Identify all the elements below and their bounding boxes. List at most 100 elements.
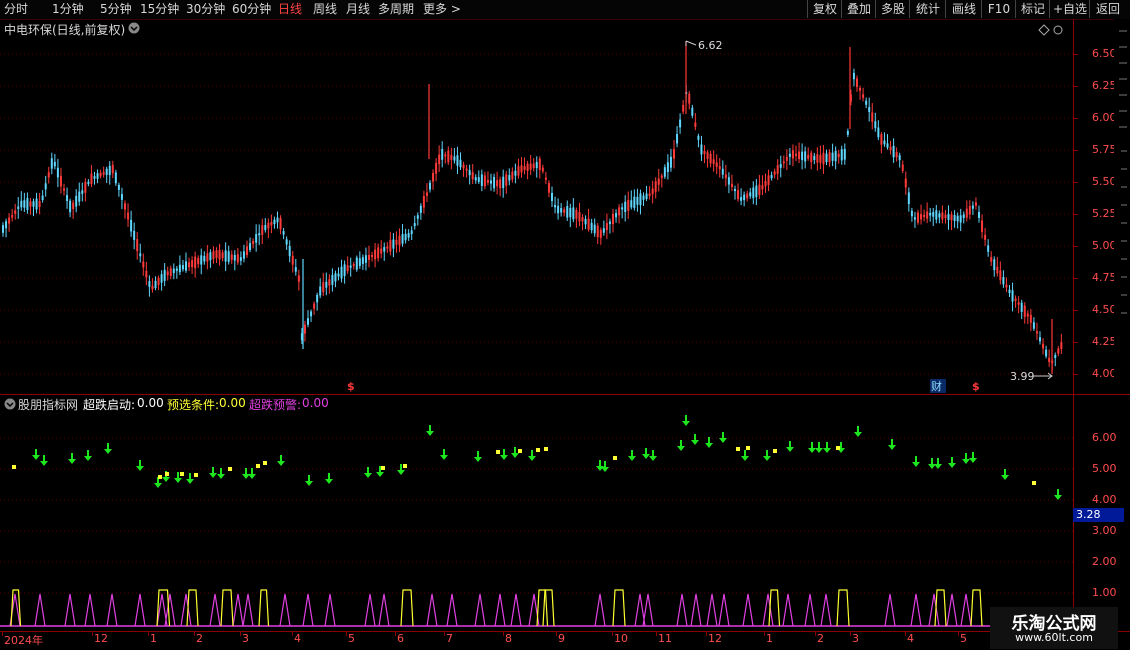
warning-spike	[209, 593, 221, 627]
warning-spike	[34, 593, 46, 627]
axis-divider	[1073, 19, 1074, 631]
candle-body	[368, 254, 370, 261]
candle-body	[740, 197, 743, 201]
add-favorite-button[interactable]: +自选	[1049, 0, 1090, 18]
side-panel-edge	[1114, 19, 1130, 389]
candle-body	[1002, 277, 1005, 285]
draw-line-button[interactable]: 画线	[945, 0, 982, 18]
period-more[interactable]: 更多 >	[423, 2, 461, 16]
start-spike	[612, 589, 626, 627]
overlay-button[interactable]: 叠加	[841, 0, 876, 18]
candle-body	[596, 225, 599, 238]
candle-body	[767, 175, 770, 186]
period-fenshi[interactable]: 分时	[4, 2, 28, 16]
candle-body	[50, 158, 53, 169]
candle-body	[502, 176, 505, 189]
candle-body	[822, 152, 825, 165]
candle-body	[386, 246, 389, 249]
candle-body	[737, 190, 740, 200]
candle-body	[633, 196, 636, 208]
period-30min[interactable]: 30分钟	[186, 2, 225, 16]
fuquan-button[interactable]: 复权	[807, 0, 842, 18]
candle-body	[682, 104, 685, 112]
candle-body	[1014, 298, 1017, 301]
finance-marker[interactable]: 财	[931, 379, 942, 393]
mark-button[interactable]: 标记	[1015, 0, 1050, 18]
warning-spike	[474, 593, 486, 627]
stats-button[interactable]: 统计	[909, 0, 946, 18]
down-arrow-icon	[242, 468, 250, 479]
f10-button[interactable]: F10	[981, 0, 1016, 18]
candle-body	[261, 225, 264, 235]
candle-body	[294, 267, 297, 272]
candle-body	[520, 165, 523, 173]
candle-body	[813, 155, 816, 160]
candle-body	[172, 268, 175, 274]
signal-dot	[773, 449, 777, 453]
date-tick-mark	[905, 631, 906, 636]
warning-spike	[706, 593, 718, 627]
event-marker-dollar[interactable]: $	[347, 380, 355, 393]
candle-body	[169, 268, 172, 276]
candle-body	[926, 211, 929, 219]
candle-body	[93, 176, 96, 179]
warning-spike	[910, 593, 922, 627]
candle-body	[490, 180, 492, 184]
date-tick-mark	[706, 631, 707, 636]
warning-spike	[718, 593, 730, 627]
candle-body	[532, 163, 535, 169]
candle-body	[837, 153, 840, 158]
candle-body	[160, 274, 163, 283]
event-marker-dollar-2[interactable]: $	[972, 380, 980, 393]
date-label: 2	[817, 632, 824, 645]
candle-body	[53, 161, 56, 167]
period-weekly[interactable]: 周线	[313, 2, 337, 16]
back-button[interactable]: 返回	[1089, 0, 1126, 18]
candle-body	[1032, 322, 1035, 329]
candle-body	[270, 222, 273, 226]
indicator-chart[interactable]	[0, 395, 1073, 632]
signal-dot	[158, 475, 162, 479]
candle-body	[974, 202, 977, 206]
candlestick-chart[interactable]: 6.62 3.99 $ 财 $	[0, 19, 1073, 394]
signal-dot	[256, 464, 260, 468]
candle-body	[981, 220, 984, 232]
candle-body	[227, 251, 230, 262]
candle-body	[727, 177, 730, 185]
period-daily[interactable]: 日线	[278, 2, 302, 16]
candle-body	[124, 203, 126, 210]
candle-body	[666, 162, 669, 172]
period-5min[interactable]: 5分钟	[100, 2, 132, 16]
multi-stock-button[interactable]: 多股	[875, 0, 910, 18]
candle-body	[660, 175, 663, 178]
candle-body	[621, 207, 624, 210]
candle-body	[364, 255, 367, 263]
price-tick: 6.50	[1092, 47, 1117, 60]
candle-body	[413, 223, 416, 227]
watermark-logo: 乐淘公式网 www.60lt.com	[990, 607, 1118, 649]
price-tick: 5.50	[1092, 175, 1117, 188]
candle-body	[319, 286, 322, 296]
down-arrow-icon	[186, 473, 194, 484]
candle-body	[843, 148, 846, 160]
candle-body	[1029, 314, 1032, 323]
signal-dot	[496, 450, 500, 454]
candle-body	[584, 218, 587, 225]
candle-body	[35, 198, 38, 210]
candle-body	[230, 254, 233, 260]
period-multi[interactable]: 多周期	[378, 2, 414, 16]
down-arrow-icon	[511, 447, 519, 458]
candle-body	[938, 213, 941, 218]
signal-dot	[12, 465, 16, 469]
price-tick: 4.50	[1092, 303, 1117, 316]
candle-body	[279, 217, 282, 230]
period-60min[interactable]: 60分钟	[232, 2, 271, 16]
candle-body	[114, 172, 117, 184]
period-1min[interactable]: 1分钟	[52, 2, 84, 16]
candle-body	[398, 235, 401, 246]
candle-body	[712, 159, 715, 164]
period-15min[interactable]: 15分钟	[140, 2, 179, 16]
period-monthly[interactable]: 月线	[346, 2, 370, 16]
candle-body	[788, 153, 791, 157]
warning-spike	[782, 593, 794, 627]
